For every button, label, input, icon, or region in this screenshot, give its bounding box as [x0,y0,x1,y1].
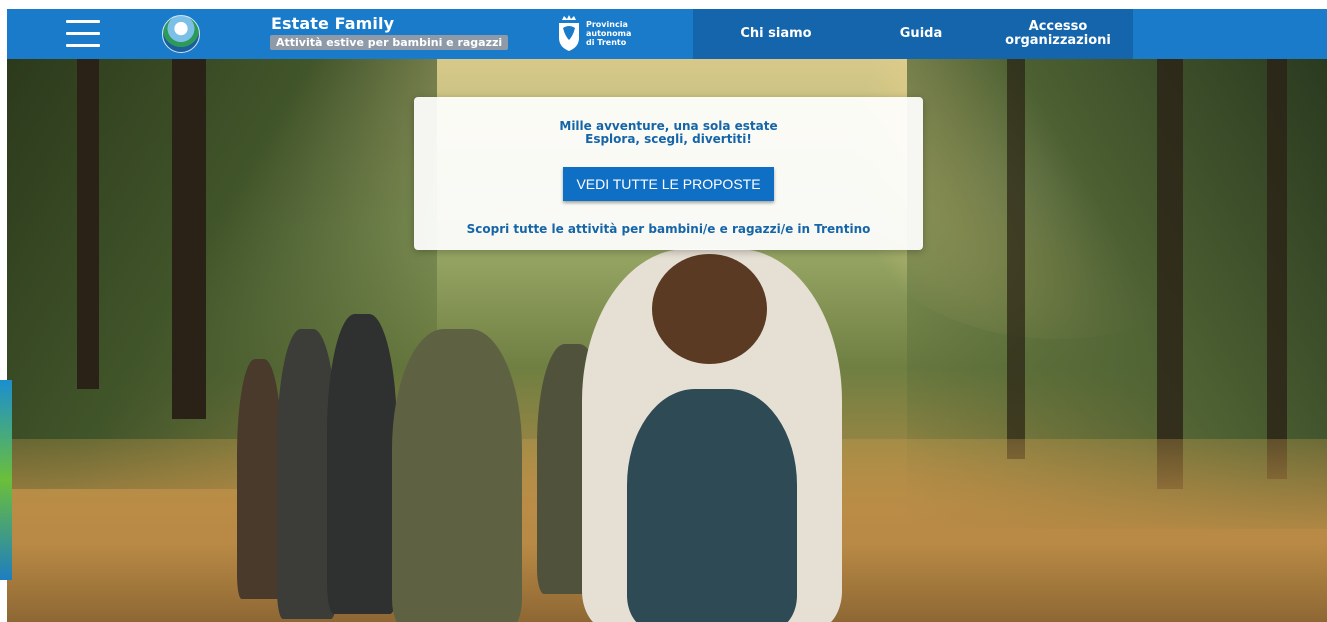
provincia-trento-text: Provincia autonoma di Trento [586,20,631,47]
tree-trunk [1007,59,1025,459]
pat-line-2: autonoma [586,29,632,38]
tree-trunk [1267,59,1287,479]
main-nav: Chi siamo Guida Accesso organizzazioni [693,9,1133,59]
estate-family-logo[interactable] [162,15,200,53]
hiker-head [652,254,767,364]
discover-text: Scopri tutte le attività per bambini/e e… [466,222,871,236]
nav-label-line-2: organizzazioni [1005,33,1111,48]
hiker-figure [327,314,397,614]
nav-item-chi-siamo[interactable]: Chi siamo [693,9,859,59]
hiker-figure [237,359,282,599]
hamburger-menu-icon[interactable] [66,20,100,48]
nav-label: Guida [899,26,943,41]
decorative-edge [0,380,12,580]
tagline-line-2: Esplora, scegli, divertiti! [585,132,752,146]
pat-line-3: di Trento [586,38,627,47]
provincia-trento-logo[interactable]: Provincia autonoma di Trento [553,12,653,56]
nav-item-accesso-organizzazioni[interactable]: Accesso organizzazioni [983,9,1133,59]
brand-title[interactable]: Estate Family [271,15,394,33]
backpack [627,389,797,622]
nav-label-line-1: Accesso [1028,19,1088,34]
hero-banner: Mille avventure, una sola estate Esplora… [7,59,1327,622]
nav-label: Chi siamo [740,26,812,41]
tree-trunk [172,59,206,419]
provincia-trento-crest-icon [559,15,579,51]
brand-subtitle: Attività estive per bambini e ragazzi [270,35,509,50]
pat-line-1: Provincia [586,20,628,29]
header-bar: Estate Family Attività estive per bambin… [7,9,1327,59]
nav-item-guida[interactable]: Guida [859,9,983,59]
tree-trunk [77,59,99,389]
view-all-proposals-button[interactable]: VEDI TUTTE LE PROPOSTE [563,167,774,201]
hero-card: Mille avventure, una sola estate Esplora… [414,97,923,250]
hero-tagline: Mille avventure, una sola estate Esplora… [414,120,923,146]
tree-trunk [1157,59,1183,489]
hiker-figure [392,329,522,622]
